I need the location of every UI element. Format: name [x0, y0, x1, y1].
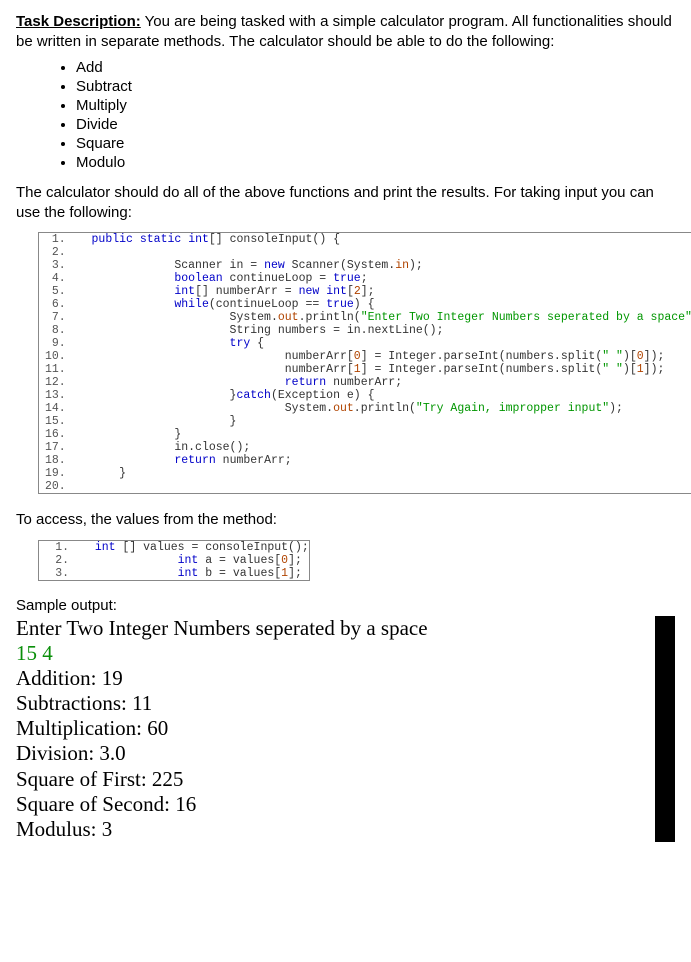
- after-list-text: The calculator should do all of the abov…: [16, 183, 675, 222]
- function-item: Modulo: [76, 154, 675, 171]
- code-line: int[] numberArr = new int[2];: [72, 285, 691, 298]
- console-results: Addition: 19Subtractions: 11Multiplicati…: [16, 666, 635, 842]
- function-item: Divide: [76, 116, 675, 133]
- line-number: 1.: [39, 233, 72, 246]
- code-line: [72, 480, 691, 493]
- line-number: 14.: [39, 402, 72, 415]
- task-intro: Task Description: You are being tasked w…: [16, 12, 675, 51]
- console-line: Enter Two Integer Numbers seperated by a…: [16, 616, 635, 641]
- function-item: Add: [76, 59, 675, 76]
- function-list: Add Subtract Multiply Divide Square Modulo: [76, 59, 675, 171]
- line-number: 17.: [39, 441, 72, 454]
- code-box-1: 1. public static int[] consoleInput() {2…: [38, 232, 691, 494]
- code-line: int a = values[0];: [75, 554, 309, 567]
- function-item: Multiply: [76, 97, 675, 114]
- code-line: public static int[] consoleInput() {: [72, 233, 691, 246]
- code-line: numberArr[0] = Integer.parseInt(numbers.…: [72, 350, 691, 363]
- line-number: 15.: [39, 415, 72, 428]
- console-line: Multiplication: 60: [16, 716, 635, 741]
- code-line: int b = values[1];: [75, 567, 309, 580]
- console-line: Addition: 19: [16, 666, 635, 691]
- console-output: Enter Two Integer Numbers seperated by a…: [16, 616, 675, 843]
- code-line: try {: [72, 337, 691, 350]
- line-number: 7.: [39, 311, 72, 324]
- code-line: }: [72, 415, 691, 428]
- console-line: Square of First: 225: [16, 767, 635, 792]
- code-line: return numberArr;: [72, 454, 691, 467]
- sample-output-label: Sample output:: [16, 597, 675, 614]
- line-number: 10.: [39, 350, 72, 363]
- line-number: 5.: [39, 285, 72, 298]
- line-number: 1.: [39, 541, 75, 554]
- line-number: 18.: [39, 454, 72, 467]
- line-number: 16.: [39, 428, 72, 441]
- code-line: boolean continueLoop = true;: [72, 272, 691, 285]
- line-number: 2.: [39, 246, 72, 259]
- code-line: System.out.println("Try Again, impropper…: [72, 402, 691, 415]
- code-line: Scanner in = new Scanner(System.in);: [72, 259, 691, 272]
- code-line: }catch(Exception e) {: [72, 389, 691, 402]
- code-line: return numberArr;: [72, 376, 691, 389]
- console-line: Division: 3.0: [16, 741, 635, 766]
- line-number: 13.: [39, 389, 72, 402]
- code-line: int [] values = consoleInput();: [75, 541, 309, 554]
- line-number: 20.: [39, 480, 72, 493]
- console-line: Square of Second: 16: [16, 792, 635, 817]
- code-line: in.close();: [72, 441, 691, 454]
- line-number: 19.: [39, 467, 72, 480]
- code-line: }: [72, 428, 691, 441]
- line-number: 12.: [39, 376, 72, 389]
- code-line: numberArr[1] = Integer.parseInt(numbers.…: [72, 363, 691, 376]
- console-line: Modulus: 3: [16, 817, 635, 842]
- code-box-2: 1. int [] values = consoleInput();2. int…: [38, 540, 310, 581]
- code-line: }: [72, 467, 691, 480]
- console-line: Subtractions: 11: [16, 691, 635, 716]
- line-number: 9.: [39, 337, 72, 350]
- line-number: 6.: [39, 298, 72, 311]
- function-item: Subtract: [76, 78, 675, 95]
- line-number: 3.: [39, 567, 75, 580]
- line-number: 8.: [39, 324, 72, 337]
- code-line: String numbers = in.nextLine();: [72, 324, 691, 337]
- function-item: Square: [76, 135, 675, 152]
- code-line: while(continueLoop == true) {: [72, 298, 691, 311]
- code-line: [72, 246, 691, 259]
- code-line: System.out.println("Enter Two Integer Nu…: [72, 311, 691, 324]
- task-label: Task Description:: [16, 13, 141, 30]
- between-code-text: To access, the values from the method:: [16, 510, 675, 530]
- line-number: 4.: [39, 272, 72, 285]
- console-input-line: 15 4: [16, 641, 635, 666]
- line-number: 2.: [39, 554, 75, 567]
- line-number: 11.: [39, 363, 72, 376]
- line-number: 3.: [39, 259, 72, 272]
